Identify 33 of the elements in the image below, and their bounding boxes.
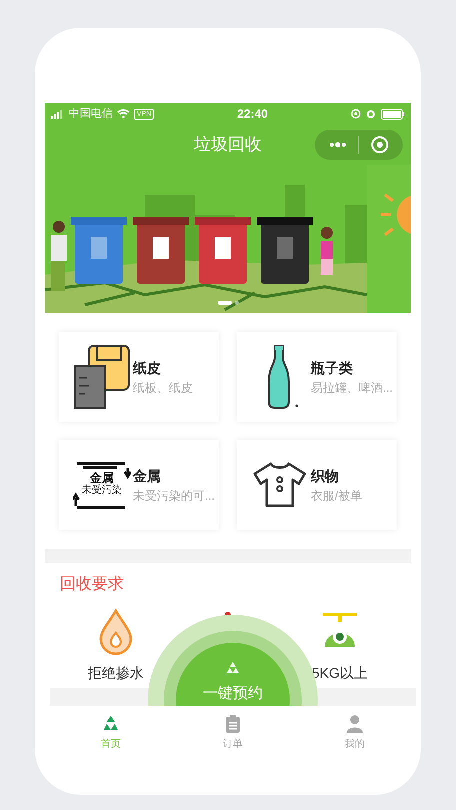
section-title: 回收要求 [60,574,125,595]
wifi-icon [117,109,130,119]
capsule-menu[interactable] [315,130,403,160]
water-drop-icon [99,609,133,655]
category-title: 瓶子类 [311,358,354,378]
close-icon[interactable] [371,136,389,154]
carrier-name: 中国电信 [69,106,113,122]
more-icon[interactable] [330,142,346,148]
category-title: 纸皮 [133,358,162,378]
page-title: 垃圾回收 [194,134,262,156]
metal-sign-text: 金属 [90,472,114,485]
clock-time: 22:40 [237,106,268,123]
category-card[interactable]: 金属 未受污染 金属 未受污染的可... [59,440,219,530]
clipboard-icon [223,714,243,734]
requirement-label: 拒绝掺水 [88,664,144,683]
category-subtitle: 易拉罐、啤酒... [311,380,393,396]
person-icon [345,714,365,734]
category-card[interactable]: 织物 衣服/被单 [237,440,397,530]
category-title: 织物 [311,466,340,486]
category-subtitle: 衣服/被单 [311,488,362,504]
metal-sign-icon [73,460,131,510]
category-title: 金属 [133,466,162,486]
t-shirt-icon [251,460,309,510]
category-card[interactable]: 瓶子类 易拉罐、啤酒... [237,332,397,422]
category-card[interactable]: 纸皮 纸板、纸皮 [59,332,219,422]
requirement-label: 5KG以上 [312,664,368,683]
alarm-icon [366,109,376,119]
battery-icon [380,108,405,120]
paper-box-icon [73,344,131,410]
metal-sign-subtext: 未受污染 [82,485,122,496]
signal-icon [51,110,65,118]
category-subtitle: 未受污染的可... [133,488,215,504]
category-subtitle: 纸板、纸皮 [133,380,193,396]
